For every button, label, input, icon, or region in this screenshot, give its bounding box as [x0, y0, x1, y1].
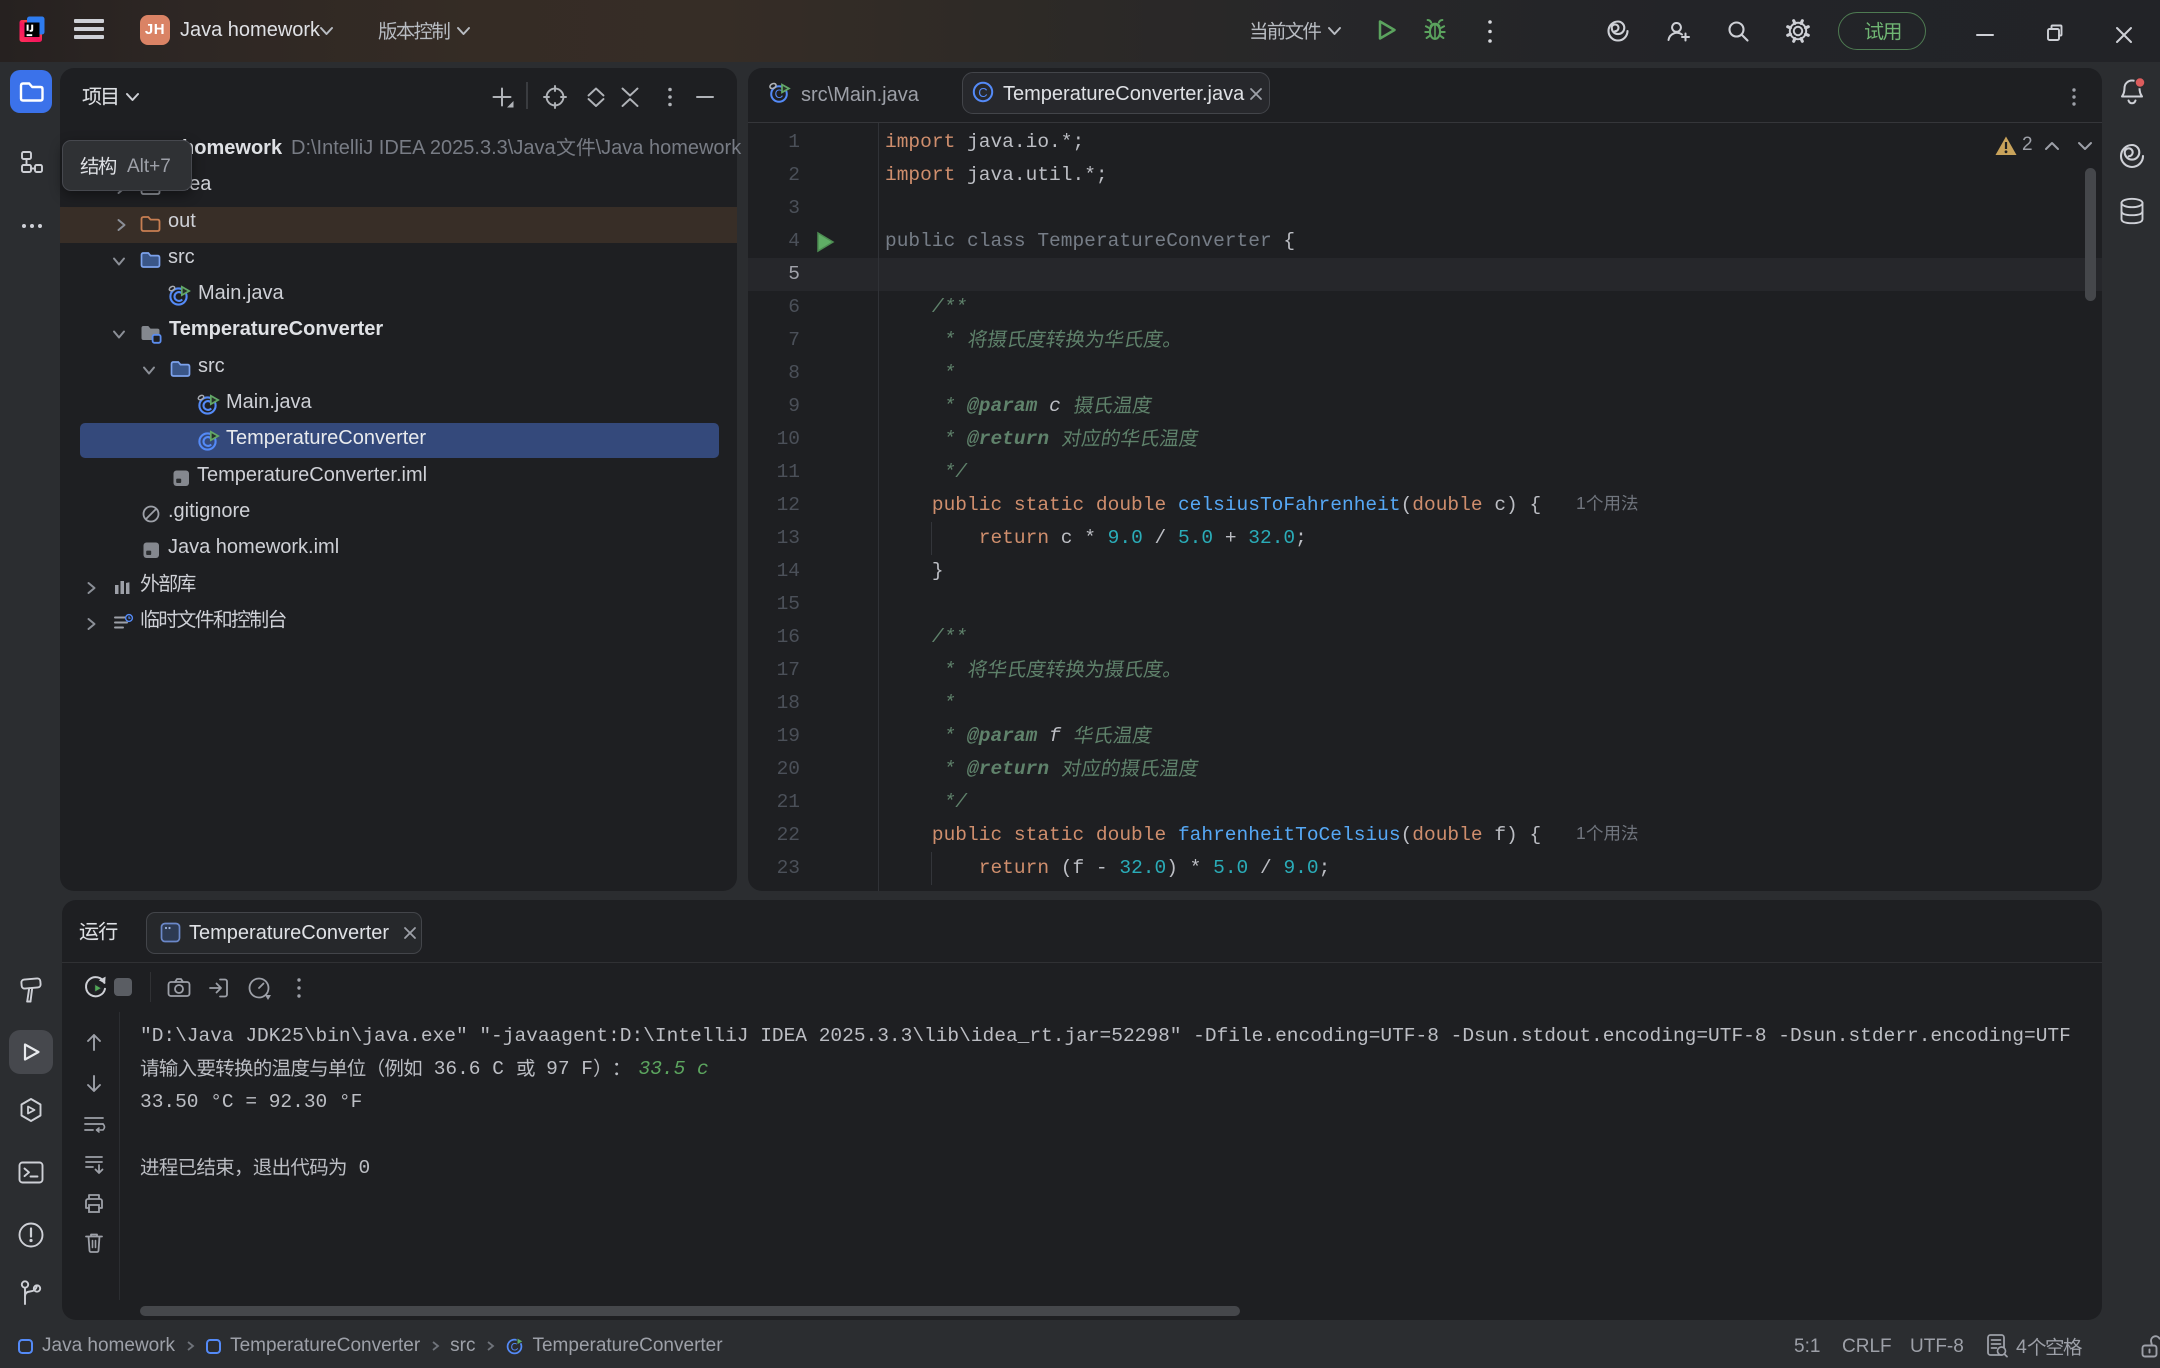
svg-text:C: C — [978, 85, 987, 100]
